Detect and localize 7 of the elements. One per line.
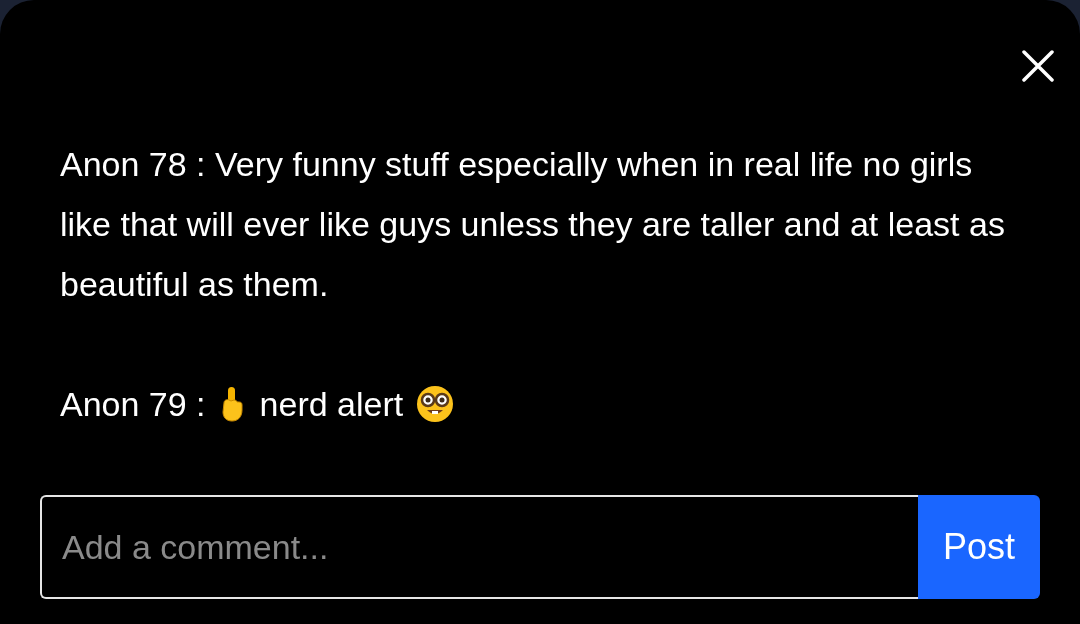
post-button[interactable]: Post [918, 495, 1040, 599]
nerd-face-icon [415, 384, 456, 424]
close-icon [1022, 50, 1054, 82]
comment-field[interactable]: Add a comment... [40, 495, 918, 599]
comment-text: Anon 78 : Very funny stuff especially when in real life no girls like that will ever like guys unless they are taller and at least as beautiful as them. [60, 144, 1006, 305]
comment-text: nerd alert [259, 384, 404, 424]
comment-author: Anon 79 : [60, 384, 206, 424]
